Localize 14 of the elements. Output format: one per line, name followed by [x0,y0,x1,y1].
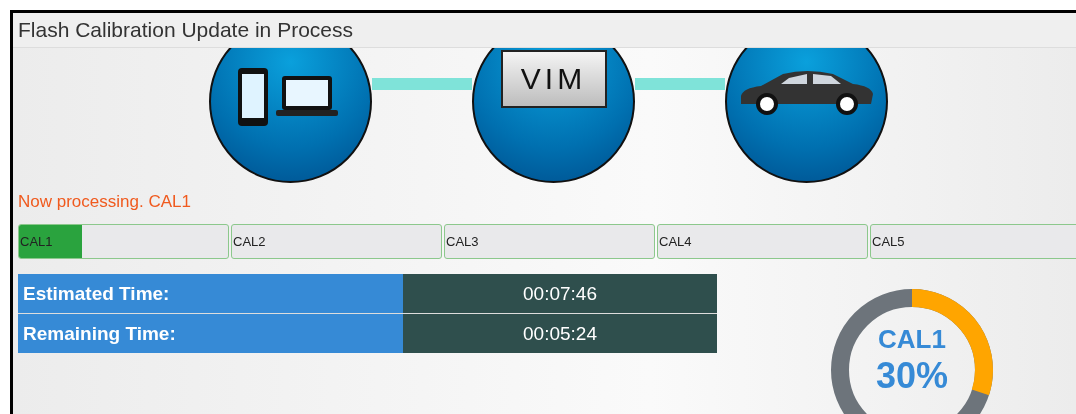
ring-label: CAL1 [878,324,946,355]
window-title: Flash Calibration Update in Process [13,13,1076,48]
calibration-progress-segment: CAL4 [657,224,868,259]
calibration-progress-segment: CAL5 [870,224,1076,259]
interface-box: VIM [500,50,607,108]
time-label: Estimated Time: [18,274,403,313]
status-message: Now processing. CAL1 [17,191,192,213]
calibration-progress-segment: CAL1 [18,224,229,259]
time-label: Remaining Time: [18,314,403,353]
time-value: 00:07:46 [403,274,717,313]
calibration-progress-segment: CAL3 [444,224,655,259]
calibration-progress-segment: CAL2 [231,224,442,259]
ring-percent: 30% [875,355,949,397]
time-value: 00:05:24 [403,314,717,353]
